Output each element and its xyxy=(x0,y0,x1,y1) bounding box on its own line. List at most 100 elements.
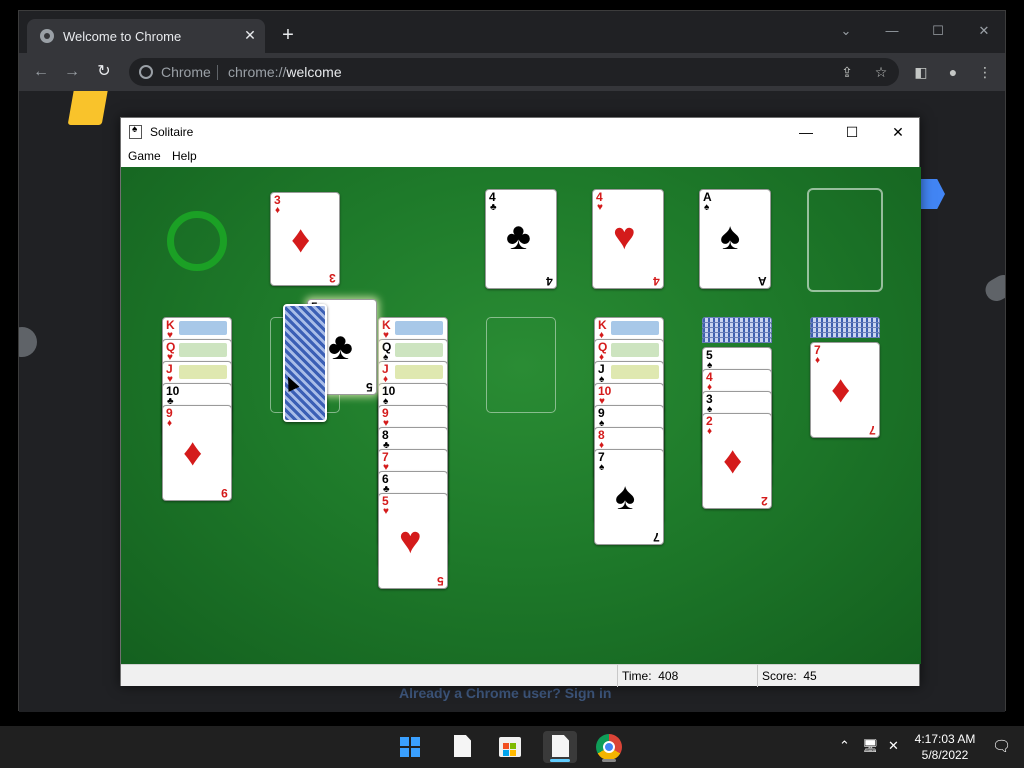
status-bar: Time: 408 Score: 45 xyxy=(121,664,919,687)
new-tab-button[interactable]: + xyxy=(277,25,299,47)
playing-card[interactable]: 3 ♦ ♦ 3 xyxy=(270,192,340,286)
card-center-pip-icon: ♦ xyxy=(723,440,743,482)
volume-muted-icon[interactable]: ✕ xyxy=(888,738,899,754)
game-table: 3 ♦ ♦ 3 4 ♣ ♣ 4 4 ♥ ♥ 4 A ♠ ♠ A K ♥ Q ♥ J ♥ 10 ♣ 9 ♦ ♦ 9 K ♥ Q ♠ J ♦ 10 ♠ 9 ♥… xyxy=(121,167,921,664)
address-separator xyxy=(217,65,218,80)
start-button[interactable] xyxy=(393,731,427,763)
playing-card[interactable]: 4 ♣ ♣ 4 xyxy=(485,189,557,289)
playing-card[interactable]: 2 ♦ ♦ 2 xyxy=(702,413,772,509)
playing-card[interactable]: A ♠ ♠ A xyxy=(699,189,771,289)
taskbar: ⌃ 🖥 ✕ 4:17:03 AM 5/8/2022 🗨 xyxy=(0,726,1024,768)
notification-icon[interactable]: 🗨 xyxy=(992,737,1011,755)
menu-help[interactable]: Help xyxy=(172,149,197,163)
chrome-site-icon xyxy=(139,65,153,79)
playing-card[interactable]: 7 ♦ ♦ 7 xyxy=(810,342,880,438)
dragged-card-back[interactable] xyxy=(283,304,327,422)
taskbar-solitaire-app[interactable] xyxy=(543,731,577,763)
close-button[interactable]: ✕ xyxy=(969,19,999,43)
time-label: Time: xyxy=(622,669,652,683)
card-center-pip-icon: ♣ xyxy=(328,326,353,368)
card-rank: 2 xyxy=(761,494,768,508)
score-value: 45 xyxy=(803,669,817,683)
foundation-slot-empty[interactable] xyxy=(807,188,883,292)
address-bar[interactable]: Chrome chrome://welcome ⇪ ☆ xyxy=(129,58,899,86)
time-display: Time: 408 xyxy=(617,665,757,687)
document-icon xyxy=(454,735,471,757)
forward-icon[interactable]: → xyxy=(60,61,84,83)
minimize-button[interactable]: — xyxy=(783,118,829,146)
face-card-art xyxy=(611,365,659,379)
taskbar-file-app[interactable] xyxy=(445,731,479,763)
card-rank: 9 xyxy=(221,486,228,500)
profile-icon[interactable]: ● xyxy=(943,62,963,82)
decorative-shape xyxy=(919,179,945,209)
score-label: Score: xyxy=(762,669,797,683)
card-suit-icon: ♦ xyxy=(275,205,281,216)
playing-card[interactable]: 5 ♥ ♥ 5 xyxy=(378,493,448,589)
menu-bar: Game Help xyxy=(121,146,919,167)
card-center-pip-icon: ♥ xyxy=(613,216,636,258)
decorative-shape xyxy=(981,270,1005,306)
face-card-art xyxy=(395,365,443,379)
menu-kebab-icon[interactable]: ⋮ xyxy=(975,62,995,82)
clock-time: 4:17:03 AM xyxy=(914,732,976,746)
minimize-button[interactable]: — xyxy=(877,19,907,43)
reload-icon[interactable]: ↻ xyxy=(92,61,116,83)
url-host: welcome xyxy=(286,64,342,80)
card-suit-icon: ♥ xyxy=(383,506,389,517)
share-icon[interactable]: ⇪ xyxy=(837,62,857,82)
taskbar-store-app[interactable] xyxy=(493,731,527,763)
face-card-art xyxy=(611,343,659,357)
card-suit-icon: ♦ xyxy=(815,355,821,366)
chevron-up-icon[interactable]: ⌃ xyxy=(839,738,850,754)
card-rank: A xyxy=(758,274,767,288)
sign-in-link[interactable]: Already a Chrome user? Sign in xyxy=(399,685,611,701)
redeal-circle-icon[interactable] xyxy=(167,211,227,271)
card-suit-icon: ♥ xyxy=(597,202,603,213)
card-rank: 7 xyxy=(653,530,660,544)
face-down-card xyxy=(810,332,880,338)
card-center-pip-icon: ♦ xyxy=(831,369,851,411)
taskbar-chrome-app[interactable] xyxy=(592,731,626,763)
store-icon xyxy=(499,737,521,757)
active-indicator xyxy=(550,759,570,762)
card-rank: 4 xyxy=(546,274,553,288)
clock-date: 5/8/2022 xyxy=(921,748,969,762)
tab-welcome[interactable]: Welcome to Chrome ✕ xyxy=(27,19,265,53)
tableau-slot-empty[interactable] xyxy=(486,317,556,413)
card-rank: 7 xyxy=(869,423,876,437)
side-panel-icon[interactable]: ◧ xyxy=(911,62,931,82)
bookmark-star-icon[interactable]: ☆ xyxy=(871,62,891,82)
maximize-button[interactable]: ☐ xyxy=(829,118,875,146)
card-center-pip-icon: ♠ xyxy=(615,476,636,518)
decorative-shape xyxy=(19,327,37,357)
address-url: chrome://welcome xyxy=(228,64,342,80)
chrome-favicon-icon xyxy=(40,29,54,43)
decorative-shape xyxy=(67,91,109,125)
score-display: Score: 45 xyxy=(757,665,919,687)
card-suit-icon: ♦ xyxy=(707,426,713,437)
maximize-button[interactable]: ☐ xyxy=(923,19,953,43)
network-icon[interactable]: 🖥 xyxy=(862,738,879,754)
card-rank: 5 xyxy=(437,574,444,588)
card-rank: 3 xyxy=(329,271,336,285)
playing-card[interactable]: 4 ♥ ♥ 4 xyxy=(592,189,664,289)
close-button[interactable]: ✕ xyxy=(875,118,921,146)
tab-search-icon[interactable]: ⌄ xyxy=(831,19,861,43)
playing-card[interactable]: 9 ♦ ♦ 9 xyxy=(162,405,232,501)
card-center-pip-icon: ♠ xyxy=(720,216,741,258)
back-icon[interactable]: ← xyxy=(29,61,53,83)
playing-card[interactable]: 7 ♠ ♠ 7 xyxy=(594,449,664,545)
menu-game[interactable]: Game xyxy=(128,149,161,163)
chrome-icon xyxy=(596,734,622,760)
tab-close-icon[interactable]: ✕ xyxy=(241,26,259,44)
solitaire-window: Solitaire — ☐ ✕ Game Help 3♦♦34♣♣44♥♥4A♠… xyxy=(120,117,921,687)
running-indicator xyxy=(602,759,616,762)
card-rank: 5 xyxy=(366,380,373,394)
card-suit-icon: ♦ xyxy=(167,418,173,429)
card-center-pip-icon: ♦ xyxy=(291,219,311,261)
face-card-art xyxy=(179,365,227,379)
face-down-card xyxy=(702,337,772,343)
clock[interactable]: 4:17:03 AM 5/8/2022 xyxy=(910,731,980,763)
window-title: Solitaire xyxy=(150,125,194,139)
